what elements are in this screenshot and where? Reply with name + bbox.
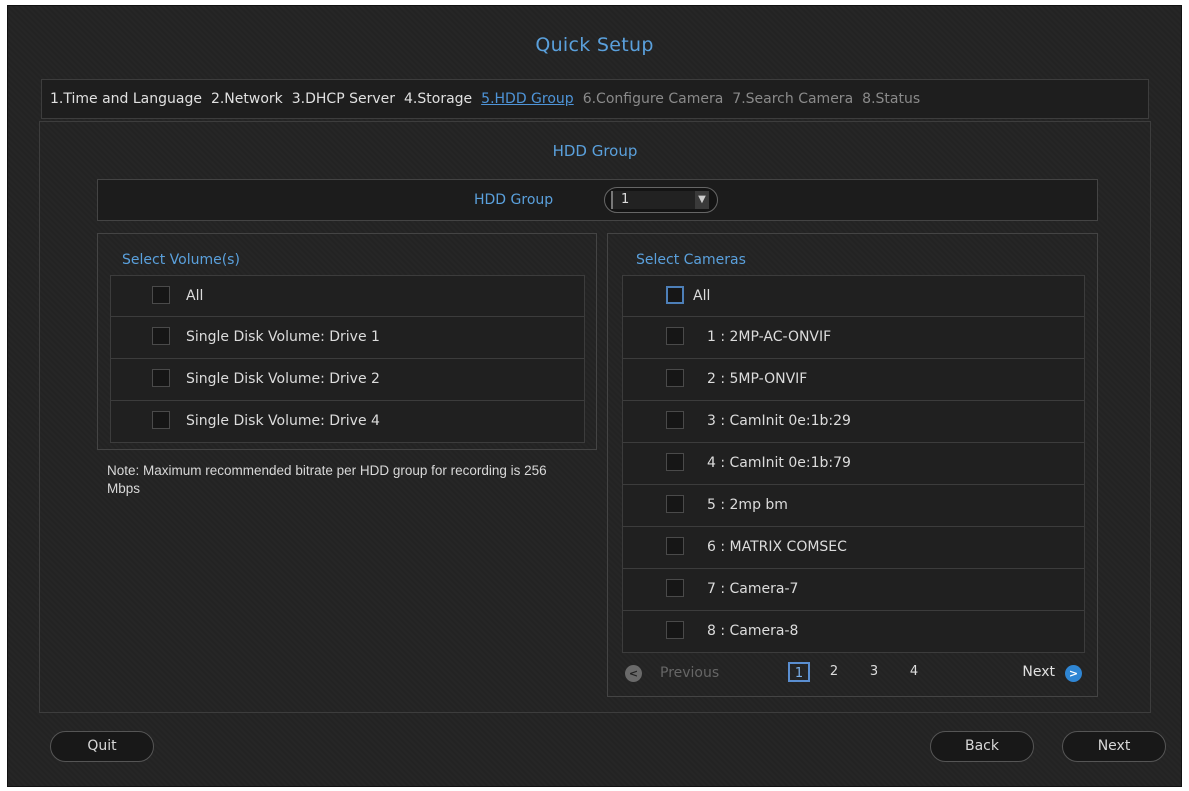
camera-checkbox[interactable] <box>666 579 684 597</box>
camera-label: 6 : MATRIX COMSEC <box>707 539 847 555</box>
wizard-steps: 1.Time and Language 2.Network 3.DHCP Ser… <box>41 79 1149 119</box>
volume-row[interactable]: Single Disk Volume: Drive 2 <box>110 359 585 401</box>
camera-checkbox[interactable] <box>666 621 684 639</box>
volume-all-checkbox[interactable] <box>152 286 170 304</box>
camera-checkbox[interactable] <box>666 537 684 555</box>
hdd-group-label: HDD Group <box>474 192 554 208</box>
camera-row[interactable]: 4 : CamInit 0e:1b:79 <box>622 443 1085 485</box>
camera-row[interactable]: 7 : Camera-7 <box>622 569 1085 611</box>
page-number[interactable]: 2 <box>824 662 844 682</box>
page-number[interactable]: 3 <box>864 662 884 682</box>
select-cameras-panel: Select Cameras All 1 : 2MP-AC-ONVIF 2 : … <box>607 233 1098 697</box>
camera-row[interactable]: 5 : 2mp bm <box>622 485 1085 527</box>
volume-row-all[interactable]: All <box>110 275 585 317</box>
camera-pager: < Previous 1 2 3 4 Next > <box>622 657 1085 691</box>
camera-row[interactable]: 8 : Camera-8 <box>622 611 1085 653</box>
volume-list: All Single Disk Volume: Drive 1 Single D… <box>110 275 585 443</box>
section-title: HDD Group <box>552 142 638 160</box>
previous-page-button: Previous <box>660 665 720 681</box>
content-panel: HDD Group HDD Group 1 ▼ Select Volume(s)… <box>39 121 1151 713</box>
camera-label: 2 : 5MP-ONVIF <box>707 371 808 387</box>
volume-label: Single Disk Volume: Drive 1 <box>186 329 380 345</box>
step-hdd-group[interactable]: 5.HDD Group <box>481 91 574 107</box>
camera-all-checkbox[interactable] <box>666 286 684 304</box>
volume-label: Single Disk Volume: Drive 4 <box>186 413 380 429</box>
step-search-camera: 7.Search Camera <box>732 91 854 107</box>
camera-label: 8 : Camera-8 <box>707 623 799 639</box>
volume-checkbox[interactable] <box>152 369 170 387</box>
camera-checkbox[interactable] <box>666 327 684 345</box>
step-configure-camera: 6.Configure Camera <box>582 91 724 107</box>
hdd-group-bar: HDD Group 1 ▼ <box>97 179 1098 221</box>
step-network[interactable]: 2.Network <box>211 91 283 107</box>
next-button[interactable]: Next <box>1062 731 1166 762</box>
chevron-right-icon[interactable]: > <box>1065 665 1082 682</box>
page-number-current[interactable]: 1 <box>788 662 810 682</box>
camera-label: 7 : Camera-7 <box>707 581 799 597</box>
volume-label: All <box>186 288 204 304</box>
step-storage[interactable]: 4.Storage <box>404 91 472 107</box>
step-status: 8.Status <box>862 91 921 107</box>
camera-label: 3 : CamInit 0e:1b:29 <box>707 413 851 429</box>
select-cameras-title: Select Cameras <box>636 252 746 268</box>
camera-label: 1 : 2MP-AC-ONVIF <box>707 329 832 345</box>
window-title: Quick Setup <box>535 34 654 56</box>
camera-checkbox[interactable] <box>666 453 684 471</box>
quit-button[interactable]: Quit <box>50 731 154 762</box>
camera-label: 5 : 2mp bm <box>707 497 788 513</box>
camera-all-label: All <box>693 288 711 304</box>
camera-row[interactable]: 6 : MATRIX COMSEC <box>622 527 1085 569</box>
volume-row[interactable]: Single Disk Volume: Drive 1 <box>110 317 585 359</box>
quick-setup-window: Quick Setup 1.Time and Language 2.Networ… <box>7 5 1182 787</box>
dropdown-arrow-icon[interactable]: ▼ <box>695 191 709 209</box>
hdd-group-selected-value: 1 <box>611 191 701 209</box>
bitrate-note: Note: Maximum recommended bitrate per HD… <box>107 463 547 496</box>
volume-label: Single Disk Volume: Drive 2 <box>186 371 380 387</box>
step-time-language[interactable]: 1.Time and Language <box>50 91 202 107</box>
camera-row[interactable]: 3 : CamInit 0e:1b:29 <box>622 401 1085 443</box>
volume-checkbox[interactable] <box>152 327 170 345</box>
select-volumes-panel: Select Volume(s) All Single Disk Volume:… <box>97 233 597 450</box>
camera-list: All 1 : 2MP-AC-ONVIF 2 : 5MP-ONVIF 3 : C… <box>622 275 1085 653</box>
camera-checkbox[interactable] <box>666 369 684 387</box>
camera-row[interactable]: 2 : 5MP-ONVIF <box>622 359 1085 401</box>
chevron-left-icon: < <box>625 665 642 682</box>
page-numbers: 1 2 3 4 <box>788 662 944 682</box>
step-dhcp-server[interactable]: 3.DHCP Server <box>292 91 395 107</box>
camera-label: 4 : CamInit 0e:1b:79 <box>707 455 851 471</box>
camera-checkbox[interactable] <box>666 495 684 513</box>
camera-row[interactable]: 1 : 2MP-AC-ONVIF <box>622 317 1085 359</box>
hdd-group-select[interactable]: 1 ▼ <box>604 187 718 213</box>
volume-row[interactable]: Single Disk Volume: Drive 4 <box>110 401 585 443</box>
page-number[interactable]: 4 <box>904 662 924 682</box>
volume-checkbox[interactable] <box>152 411 170 429</box>
camera-checkbox[interactable] <box>666 411 684 429</box>
next-page-button[interactable]: Next <box>1022 664 1055 680</box>
select-volumes-title: Select Volume(s) <box>122 252 240 268</box>
camera-row-all[interactable]: All <box>622 275 1085 317</box>
back-button[interactable]: Back <box>930 731 1034 762</box>
